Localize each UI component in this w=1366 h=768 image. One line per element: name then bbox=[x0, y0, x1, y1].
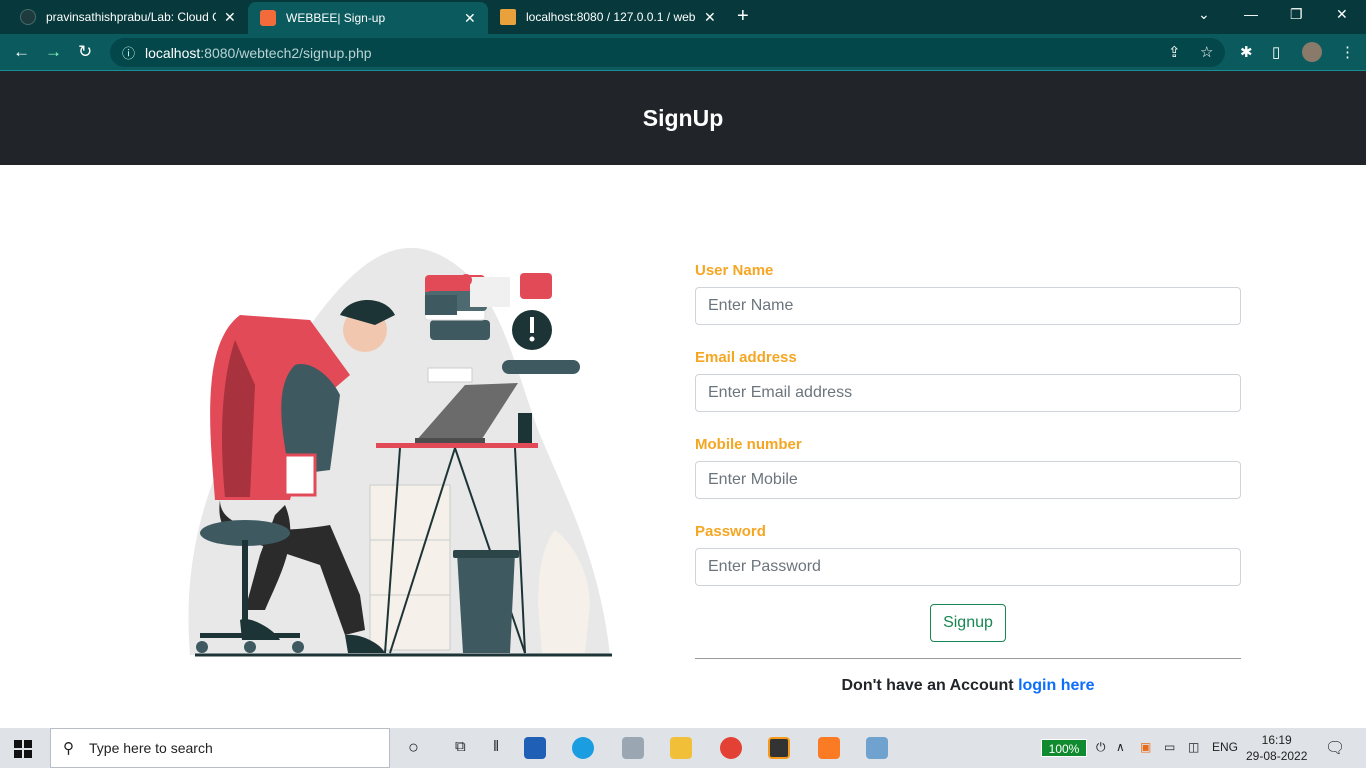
file-explorer-icon[interactable] bbox=[670, 737, 692, 759]
signup-form: User Name Email address Mobile number Pa… bbox=[695, 262, 1241, 695]
monitor-icon[interactable] bbox=[622, 737, 644, 759]
divider bbox=[695, 658, 1241, 659]
login-prompt-text: Don't have an Account bbox=[841, 677, 1014, 694]
phpmyadmin-icon bbox=[500, 9, 516, 25]
browser-tab-strip: pravinsathishprabu/Lab: Cloud C ✕ WEBBEE… bbox=[0, 0, 1366, 34]
page-header: SignUp bbox=[0, 71, 1366, 165]
tab-phpmyadmin[interactable]: localhost:8080 / 127.0.0.1 / webp ✕ bbox=[488, 0, 728, 34]
side-panel-icon[interactable]: ▯ bbox=[1272, 43, 1280, 61]
extensions-icon[interactable]: ✱ bbox=[1240, 43, 1253, 61]
username-input[interactable] bbox=[695, 287, 1241, 325]
xampp-icon bbox=[260, 10, 276, 26]
profile-avatar[interactable] bbox=[1302, 42, 1322, 62]
xampp-tray-icon[interactable]: ▣ bbox=[1140, 740, 1151, 754]
password-input[interactable] bbox=[695, 548, 1241, 586]
page-title: SignUp bbox=[642, 104, 724, 131]
show-hidden-icons[interactable]: ∧ bbox=[1116, 740, 1125, 754]
xampp-taskbar-icon[interactable] bbox=[818, 737, 840, 759]
tab-github[interactable]: pravinsathishprabu/Lab: Cloud C ✕ bbox=[8, 0, 248, 34]
language-indicator[interactable]: ENG bbox=[1212, 740, 1238, 754]
url-host: localhost bbox=[145, 44, 201, 61]
menu-icon[interactable]: ⋮ bbox=[1340, 43, 1355, 61]
battery-indicator[interactable]: 100% bbox=[1041, 739, 1087, 757]
site-info-icon[interactable]: ⓘ bbox=[122, 43, 135, 62]
windows-taskbar: ⚲ Type here to search ○ ⧉ ‖ 100% ⏻ ∧ ▣ ▭… bbox=[0, 728, 1366, 768]
windows-start-icon[interactable] bbox=[14, 740, 32, 758]
back-icon[interactable]: ← bbox=[13, 42, 30, 62]
tab-title: localhost:8080 / 127.0.0.1 / webp bbox=[526, 10, 696, 24]
task-view-icon[interactable]: ⧉ bbox=[455, 738, 466, 755]
signup-button[interactable]: Signup bbox=[930, 604, 1006, 642]
taskbar-search-box[interactable]: ⚲ Type here to search bbox=[50, 728, 390, 768]
tab-search-icon[interactable]: ⌄ bbox=[1198, 6, 1210, 23]
tab-title: WEBBEE| Sign-up bbox=[286, 11, 386, 25]
close-tab-icon[interactable]: ✕ bbox=[464, 10, 476, 27]
clock-time: 16:19 bbox=[1261, 733, 1292, 747]
edge-icon[interactable] bbox=[572, 737, 594, 759]
close-tab-icon[interactable]: ✕ bbox=[704, 9, 716, 26]
notifications-icon[interactable]: 🗨 bbox=[1325, 738, 1345, 758]
email-input[interactable] bbox=[695, 374, 1241, 412]
url-path: :8080/webtech2/signup.php bbox=[200, 44, 372, 61]
close-tab-icon[interactable]: ✕ bbox=[224, 9, 236, 26]
chrome-icon[interactable] bbox=[720, 737, 742, 759]
bookmark-star-icon[interactable]: ☆ bbox=[1200, 43, 1213, 61]
password-label: Password bbox=[695, 523, 766, 540]
tab-title: pravinsathishprabu/Lab: Cloud C bbox=[46, 10, 216, 24]
pipe-icon: ‖ bbox=[493, 738, 500, 755]
login-link[interactable]: login here bbox=[1018, 677, 1094, 694]
network-icon[interactable]: ▭ bbox=[1164, 740, 1175, 754]
taskbar-search-placeholder: Type here to search bbox=[89, 740, 213, 756]
forward-icon[interactable]: → bbox=[45, 42, 62, 62]
login-prompt: Don't have an Account login here bbox=[695, 677, 1241, 695]
reload-icon[interactable]: ↻ bbox=[78, 42, 92, 62]
close-window-button[interactable]: ✕ bbox=[1336, 6, 1348, 23]
clock[interactable]: 16:19 29-08-2022 bbox=[1246, 732, 1307, 764]
minimize-button[interactable]: — bbox=[1244, 6, 1258, 22]
tab-signup[interactable]: WEBBEE| Sign-up ✕ bbox=[248, 2, 488, 34]
power-icon[interactable]: ⏻ bbox=[1096, 740, 1106, 755]
signup-illustration bbox=[188, 247, 612, 657]
paint-icon[interactable] bbox=[866, 737, 888, 759]
search-icon: ⚲ bbox=[63, 740, 74, 757]
sublime-icon[interactable] bbox=[768, 737, 790, 759]
volume-icon[interactable]: ◫ bbox=[1188, 740, 1199, 754]
email-label: Email address bbox=[695, 349, 797, 366]
restore-button[interactable]: ❐ bbox=[1290, 6, 1303, 23]
mobile-input[interactable] bbox=[695, 461, 1241, 499]
username-label: User Name bbox=[695, 262, 774, 279]
store-icon[interactable] bbox=[524, 737, 546, 759]
browser-toolbar: ← → ↻ ⓘ localhost:8080/webtech2/signup.p… bbox=[0, 34, 1366, 71]
cortana-icon[interactable]: ○ bbox=[408, 737, 419, 758]
address-bar[interactable]: ⓘ localhost:8080/webtech2/signup.php bbox=[110, 38, 1225, 67]
share-icon[interactable]: ⇪ bbox=[1168, 43, 1181, 61]
clock-date: 29-08-2022 bbox=[1246, 749, 1308, 763]
new-tab-button[interactable]: + bbox=[737, 5, 749, 28]
mobile-label: Mobile number bbox=[695, 436, 802, 453]
github-icon bbox=[20, 9, 36, 25]
